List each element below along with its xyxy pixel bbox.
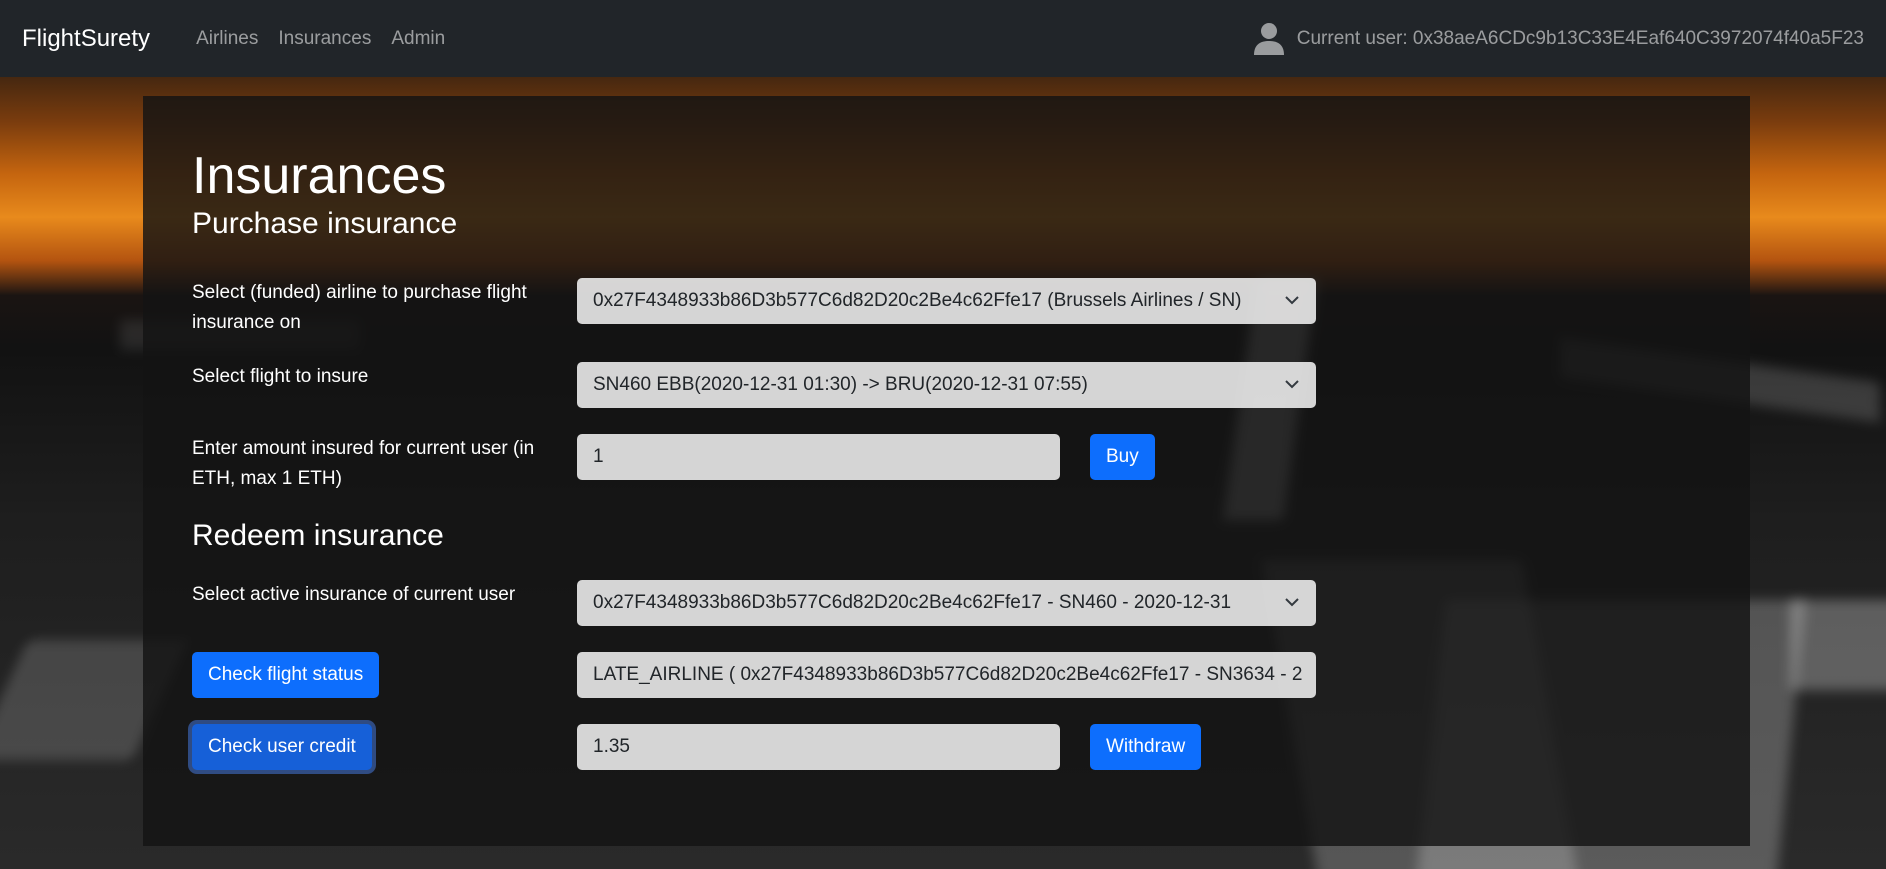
chevron-down-icon — [1285, 598, 1299, 607]
amount-label: Enter amount insured for current user (i… — [192, 438, 535, 489]
flight-select-value: SN460 EBB(2020-12-31 01:30) -> BRU(2020-… — [593, 374, 1088, 395]
nav-link-insurances[interactable]: Insurances — [278, 28, 371, 50]
page-title: Insurances — [192, 147, 447, 205]
nav-link-airlines[interactable]: Airlines — [196, 28, 258, 50]
user-credit-field[interactable]: 1.35 — [577, 724, 1060, 770]
withdraw-button[interactable]: Withdraw — [1090, 724, 1202, 770]
current-user-label: Current user: 0x38aeA6CDc9b13C33E4Eaf640… — [1296, 27, 1864, 49]
insurance-label: Select active insurance of current user — [192, 584, 516, 605]
insurance-select-value: 0x27F4348933b86D3b577C6d82D20c2Be4c62Ffe… — [593, 592, 1232, 613]
chevron-down-icon — [1285, 380, 1299, 389]
check-status-cell: Check flight status — [192, 652, 577, 698]
flight-select[interactable]: SN460 EBB(2020-12-31 01:30) -> BRU(2020-… — [577, 362, 1316, 408]
flight-label: Select flight to insure — [192, 366, 369, 387]
check-credit-cell: Check user credit — [192, 724, 577, 770]
airline-label: Select (funded) airline to purchase flig… — [192, 282, 527, 333]
flight-status-field[interactable]: LATE_AIRLINE ( 0x27F4348933b86D3b577C6d8… — [577, 652, 1316, 698]
redeem-heading: Redeem insurance — [192, 519, 444, 552]
check-flight-status-button[interactable]: Check flight status — [192, 652, 380, 698]
insurances-panel: Insurances Purchase insurance Select (fu… — [143, 96, 1750, 846]
navbar: FlightSurety Airlines Insurances Admin C… — [0, 0, 1886, 77]
insurance-select[interactable]: 0x27F4348933b86D3b577C6d82D20c2Be4c62Ffe… — [577, 580, 1316, 626]
check-user-credit-button[interactable]: Check user credit — [192, 724, 372, 770]
nav-link-admin[interactable]: Admin — [391, 28, 445, 50]
brand[interactable]: FlightSurety — [22, 25, 150, 53]
current-user: Current user: 0x38aeA6CDc9b13C33E4Eaf640… — [1253, 22, 1864, 56]
purchase-heading: Purchase insurance — [192, 207, 458, 240]
chevron-down-icon — [1285, 296, 1299, 305]
airline-select[interactable]: 0x27F4348933b86D3b577C6d82D20c2Be4c62Ffe… — [577, 278, 1316, 324]
user-icon — [1253, 22, 1284, 55]
buy-button[interactable]: Buy — [1090, 434, 1155, 480]
airline-select-value: 0x27F4348933b86D3b577C6d82D20c2Be4c62Ffe… — [593, 290, 1242, 311]
amount-input[interactable]: 1 — [577, 434, 1060, 480]
